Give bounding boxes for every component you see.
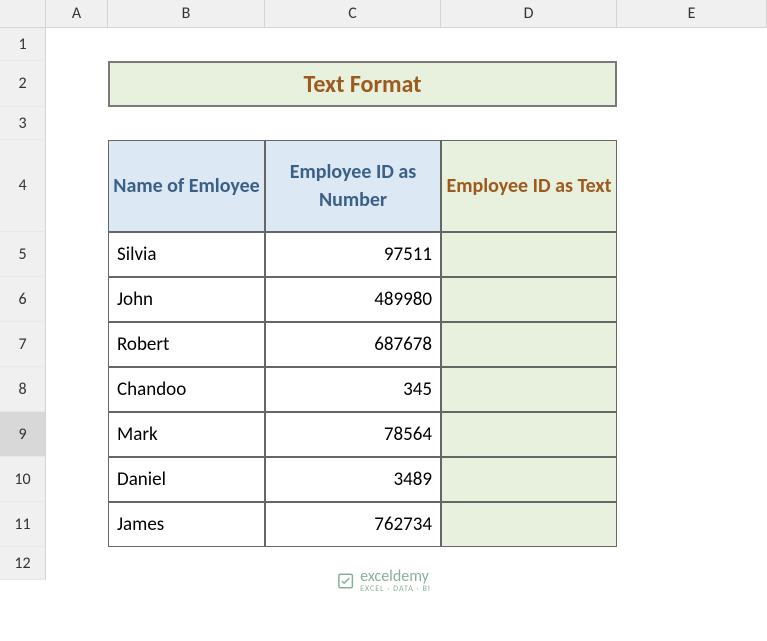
cell-a6[interactable] (46, 277, 108, 322)
cell-idtext-6[interactable] (441, 277, 617, 322)
cell-id-10[interactable]: 3489 (265, 457, 441, 502)
cell-c3[interactable] (265, 107, 441, 140)
title-merged-cell[interactable]: Text Format (108, 61, 617, 107)
row-header-9[interactable]: 9 (0, 412, 46, 457)
cell-b3[interactable] (108, 107, 265, 140)
cell-e6[interactable] (617, 277, 767, 322)
row-header-5[interactable]: 5 (0, 232, 46, 277)
cell-d3[interactable] (441, 107, 617, 140)
cell-a3[interactable] (46, 107, 108, 140)
cell-e8[interactable] (617, 367, 767, 412)
cell-e2[interactable] (617, 61, 767, 107)
cell-e7[interactable] (617, 322, 767, 367)
cell-idtext-8[interactable] (441, 367, 617, 412)
row-header-12[interactable]: 12 (0, 547, 46, 580)
cell-idtext-10[interactable] (441, 457, 617, 502)
cell-a10[interactable] (46, 457, 108, 502)
cell-id-6[interactable]: 489980 (265, 277, 441, 322)
select-all-corner[interactable] (0, 0, 46, 28)
cell-a8[interactable] (46, 367, 108, 412)
row-header-11[interactable]: 11 (0, 502, 46, 547)
table-header-id-number[interactable]: Employee ID as Number (265, 140, 441, 232)
watermark-tagline: EXCEL · DATA · BI (360, 585, 431, 593)
watermark-brand: exceldemy (360, 569, 431, 585)
row-header-1[interactable]: 1 (0, 28, 46, 61)
cell-e10[interactable] (617, 457, 767, 502)
cell-e5[interactable] (617, 232, 767, 277)
row-header-8[interactable]: 8 (0, 367, 46, 412)
watermark-text-block: exceldemy EXCEL · DATA · BI (360, 569, 431, 593)
cell-name-6[interactable]: John (108, 277, 265, 322)
cell-c1[interactable] (265, 28, 441, 61)
cell-idtext-11[interactable] (441, 502, 617, 547)
cell-e9[interactable] (617, 412, 767, 457)
cell-b12[interactable] (108, 547, 265, 580)
cell-d12[interactable] (441, 547, 617, 580)
cell-name-5[interactable]: Silvia (108, 232, 265, 277)
table-header-name[interactable]: Name of Emloyee (108, 140, 265, 232)
cell-idtext-9[interactable] (441, 412, 617, 457)
cell-name-7[interactable]: Robert (108, 322, 265, 367)
watermark-icon (336, 572, 354, 590)
cell-b1[interactable] (108, 28, 265, 61)
cell-id-9[interactable]: 78564 (265, 412, 441, 457)
cell-a7[interactable] (46, 322, 108, 367)
cell-name-10[interactable]: Daniel (108, 457, 265, 502)
col-header-a[interactable]: A (46, 0, 108, 28)
cell-a1[interactable] (46, 28, 108, 61)
cell-id-8[interactable]: 345 (265, 367, 441, 412)
watermark: exceldemy EXCEL · DATA · BI (336, 569, 431, 593)
cell-e12[interactable] (617, 547, 767, 580)
cell-name-11[interactable]: James (108, 502, 265, 547)
cell-e11[interactable] (617, 502, 767, 547)
cell-e3[interactable] (617, 107, 767, 140)
cell-name-8[interactable]: Chandoo (108, 367, 265, 412)
col-header-b[interactable]: B (108, 0, 265, 28)
cell-id-7[interactable]: 687678 (265, 322, 441, 367)
col-header-c[interactable]: C (265, 0, 441, 28)
cell-e1[interactable] (617, 28, 767, 61)
row-header-7[interactable]: 7 (0, 322, 46, 367)
cell-a9[interactable] (46, 412, 108, 457)
cell-name-9[interactable]: Mark (108, 412, 265, 457)
cell-a2[interactable] (46, 61, 108, 107)
row-header-4[interactable]: 4 (0, 140, 46, 232)
row-header-2[interactable]: 2 (0, 61, 46, 107)
row-header-6[interactable]: 6 (0, 277, 46, 322)
cell-d1[interactable] (441, 28, 617, 61)
cell-a11[interactable] (46, 502, 108, 547)
cell-idtext-7[interactable] (441, 322, 617, 367)
cell-id-5[interactable]: 97511 (265, 232, 441, 277)
cell-e4[interactable] (617, 140, 767, 232)
row-header-3[interactable]: 3 (0, 107, 46, 140)
cell-idtext-5[interactable] (441, 232, 617, 277)
cell-a4[interactable] (46, 140, 108, 232)
cell-id-11[interactable]: 762734 (265, 502, 441, 547)
cell-a12[interactable] (46, 547, 108, 580)
table-header-id-text[interactable]: Employee ID as Text (441, 140, 617, 232)
col-header-e[interactable]: E (617, 0, 767, 28)
cell-a5[interactable] (46, 232, 108, 277)
col-header-d[interactable]: D (441, 0, 617, 28)
row-header-10[interactable]: 10 (0, 457, 46, 502)
spreadsheet-grid: A B C D E 1 2 Text Format 3 4 Name of Em… (0, 0, 767, 580)
